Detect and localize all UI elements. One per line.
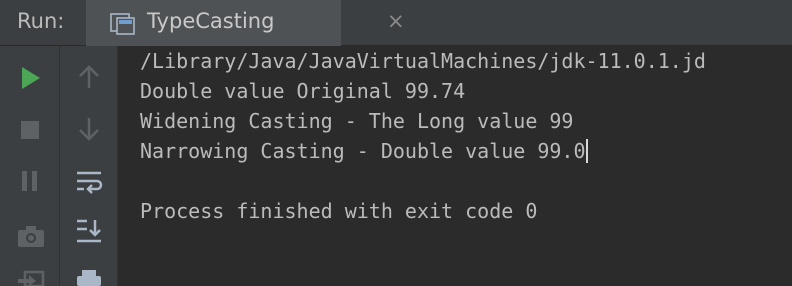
console-line: Narrowing Casting - Double value 99.0 bbox=[140, 139, 588, 163]
tab-label: TypeCasting bbox=[147, 9, 275, 33]
soft-wrap-icon[interactable] bbox=[75, 170, 103, 194]
camera-icon[interactable] bbox=[17, 224, 45, 248]
pause-icon[interactable] bbox=[20, 170, 40, 192]
console-line-text: Narrowing Casting - Double value 99.0 bbox=[140, 139, 586, 163]
console-icon bbox=[110, 13, 135, 35]
exit-icon[interactable] bbox=[17, 270, 45, 286]
run-toolwindow-header: Run: TypeCasting × bbox=[0, 0, 792, 46]
run-icon[interactable] bbox=[20, 66, 42, 90]
stop-icon[interactable] bbox=[20, 120, 40, 140]
console-line: Double value Original 99.74 bbox=[140, 79, 466, 103]
run-label: Run: bbox=[17, 9, 65, 33]
up-arrow-icon[interactable] bbox=[78, 64, 100, 90]
run-toolbar-right bbox=[60, 46, 118, 286]
console-output[interactable]: /Library/Java/JavaVirtualMachines/jdk-11… bbox=[118, 46, 792, 286]
console-line: /Library/Java/JavaVirtualMachines/jdk-11… bbox=[140, 49, 706, 73]
console-line: Process finished with exit code 0 bbox=[140, 199, 538, 223]
down-arrow-icon[interactable] bbox=[78, 116, 100, 142]
run-toolbar-left bbox=[0, 46, 60, 286]
tab-typecasting[interactable]: TypeCasting × bbox=[86, 0, 405, 46]
close-icon[interactable]: × bbox=[387, 11, 405, 32]
scroll-to-end-icon[interactable] bbox=[75, 218, 103, 244]
print-icon[interactable] bbox=[76, 268, 102, 286]
console-line: Widening Casting - The Long value 99 bbox=[140, 109, 574, 133]
text-caret bbox=[585, 139, 588, 163]
